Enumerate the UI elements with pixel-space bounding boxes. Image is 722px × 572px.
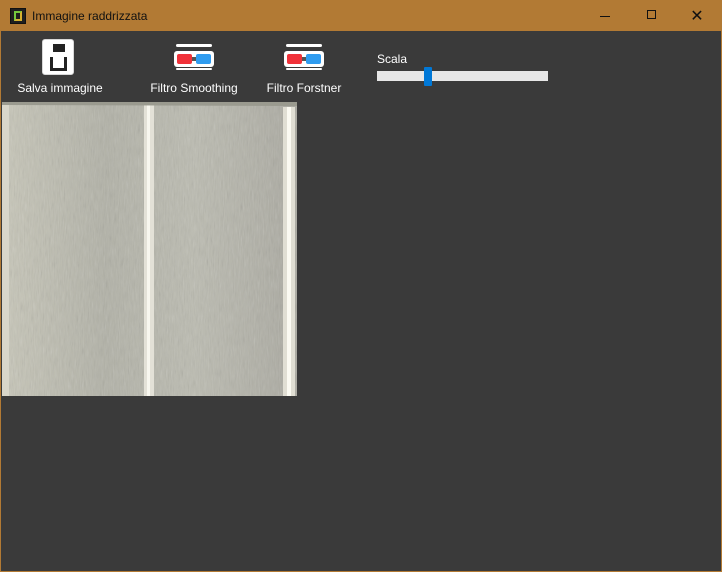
maximize-icon	[646, 10, 656, 19]
smoothing-filter-label: Filtro Smoothing	[150, 81, 238, 95]
concrete-texture-image	[2, 102, 297, 396]
maximize-button[interactable]	[628, 1, 674, 31]
close-icon: ✕	[690, 6, 704, 25]
scale-slider[interactable]	[377, 67, 548, 86]
smoothing-filter-button[interactable]: Filtro Smoothing	[146, 38, 242, 96]
minimize-button[interactable]	[582, 1, 628, 31]
3d-glasses-icon	[284, 44, 324, 70]
app-icon	[10, 8, 26, 24]
image-window: Immagine raddrizzata ✕ Salva immagine Fi…	[0, 0, 722, 572]
forstner-filter-label: Filtro Forstner	[266, 81, 342, 95]
floppy-disk-icon	[42, 39, 74, 75]
close-button[interactable]: ✕	[674, 1, 720, 31]
rectified-image	[2, 102, 297, 396]
forstner-filter-button[interactable]: Filtro Forstner	[264, 38, 344, 96]
save-image-label: Salva immagine	[17, 81, 103, 95]
3d-glasses-icon	[174, 44, 214, 70]
title-bar[interactable]: Immagine raddrizzata ✕	[1, 1, 721, 31]
window-title: Immagine raddrizzata	[32, 9, 148, 23]
scale-slider-thumb[interactable]	[424, 67, 432, 86]
save-image-button[interactable]: Salva immagine	[14, 38, 106, 96]
scale-label: Scala	[377, 52, 408, 66]
minimize-icon	[600, 16, 610, 17]
